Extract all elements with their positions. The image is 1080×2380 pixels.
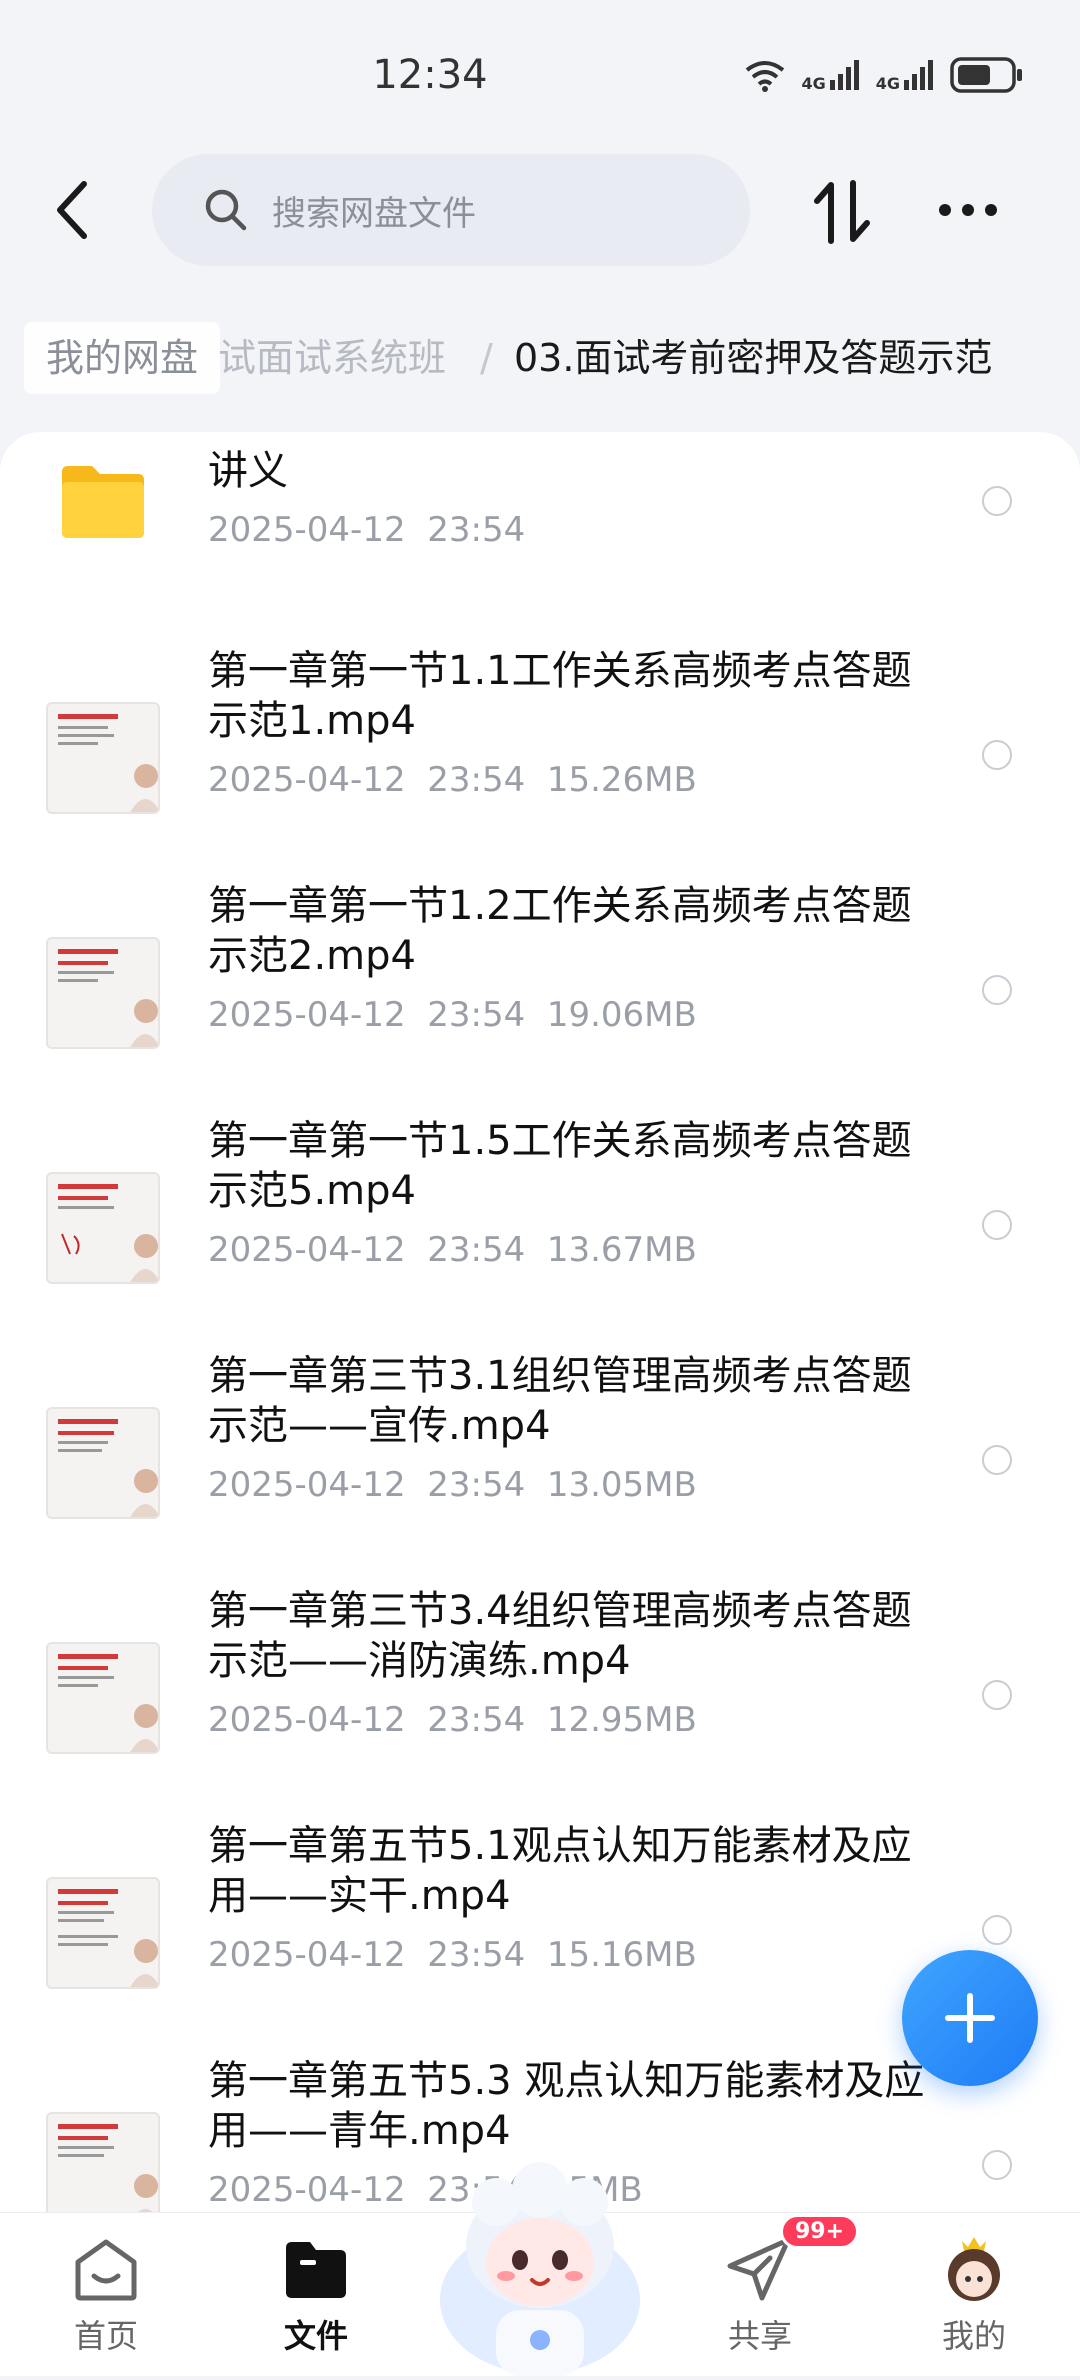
- select-radio[interactable]: [982, 2150, 1012, 2180]
- file-name: 第一章第一节1.5工作关系高频考点答题示范5.mp4: [208, 1118, 912, 1214]
- nav-item-mine[interactable]: 我的: [904, 2233, 1044, 2363]
- network-label-2: 4G: [875, 74, 900, 93]
- select-radio[interactable]: [982, 975, 1012, 1005]
- sort-button[interactable]: [808, 176, 876, 248]
- file-name: 第一章第三节3.1组织管理高频考点答题示范——宣传.mp4: [208, 1353, 912, 1449]
- video-thumbnail: [46, 702, 160, 814]
- breadcrumb-item-current: 03.面试考前密押及答题示范: [514, 336, 993, 380]
- nav-label-mine: 我的: [941, 2317, 1006, 2355]
- chevron-left-icon: [57, 181, 87, 239]
- search-input[interactable]: 搜索网盘文件: [152, 154, 750, 266]
- network-label-1: 4G: [801, 74, 826, 93]
- list-item-video[interactable]: 第一章第三节3.4组织管理高频考点答题示范——消防演练.mp4 2025-04-…: [0, 1572, 1080, 1807]
- battery-icon: [950, 57, 1022, 93]
- select-radio[interactable]: [982, 1915, 1012, 1945]
- folder-filled-icon: [286, 2242, 346, 2298]
- list-item-video[interactable]: 第一章第三节3.1组织管理高频考点答题示范——宣传.mp4 2025-04-12…: [0, 1337, 1080, 1572]
- file-meta: 2025-04-12 23:54 13.05MB: [208, 1465, 697, 1505]
- breadcrumb-item-parent[interactable]: 试面试系统班: [218, 322, 446, 394]
- select-radio[interactable]: [982, 740, 1012, 770]
- more-dots-icon: [939, 204, 997, 216]
- video-thumbnail: [46, 937, 160, 1049]
- file-name: 第一章第五节5.3 观点认知万能素材及应用——青年.mp4: [208, 2058, 925, 2154]
- mascot-assistant-button[interactable]: [436, 2150, 644, 2376]
- signal-icon: [829, 60, 859, 90]
- select-radio[interactable]: [982, 1210, 1012, 1240]
- more-button[interactable]: [932, 180, 1004, 240]
- list-item-video[interactable]: 第一章第一节1.1工作关系高频考点答题示范1.mp4 2025-04-12 23…: [0, 632, 1080, 867]
- file-meta: 2025-04-12 23:54 19.06MB: [208, 995, 697, 1035]
- file-name: 第一章第一节1.1工作关系高频考点答题示范1.mp4: [208, 648, 912, 744]
- status-time: 12:34: [372, 52, 488, 98]
- nav-item-share[interactable]: 共享: [690, 2233, 830, 2363]
- search-placeholder: 搜索网盘文件: [272, 193, 476, 234]
- share-badge: 99+: [780, 2214, 860, 2249]
- mascot-icon: [440, 2162, 640, 2376]
- video-thumbnail: [46, 1407, 160, 1519]
- status-bar: 12:34 4G 4G: [0, 0, 1080, 150]
- nav-label-home: 首页: [73, 2317, 138, 2355]
- nav-label-files: 文件: [283, 2317, 348, 2355]
- nav-item-home[interactable]: 首页: [36, 2233, 176, 2363]
- back-button[interactable]: [42, 178, 102, 242]
- nav-label-share: 共享: [727, 2317, 792, 2355]
- paper-plane-icon: [727, 2237, 791, 2301]
- select-radio[interactable]: [982, 1445, 1012, 1475]
- video-thumbnail: [46, 1172, 160, 1284]
- file-name: 讲义: [208, 448, 288, 494]
- select-radio[interactable]: [982, 1680, 1012, 1710]
- breadcrumb: 试面试系统班 我的网盘 / 03.面试考前密押及答题示范: [0, 318, 1080, 402]
- file-name: 第一章第一节1.2工作关系高频考点答题示范2.mp4: [208, 883, 912, 979]
- top-bar: 搜索网盘文件: [0, 150, 1080, 270]
- status-icons: 4G 4G: [743, 56, 1024, 94]
- file-meta: 2025-04-12 23:54 13.67MB: [208, 1230, 697, 1270]
- home-icon: [75, 2239, 137, 2301]
- search-icon: [205, 189, 247, 231]
- nav-item-files[interactable]: 文件: [246, 2233, 386, 2363]
- video-thumbnail: [46, 2112, 160, 2212]
- wifi-icon: [746, 61, 785, 92]
- file-name: 第一章第三节3.4组织管理高频考点答题示范——消防演练.mp4: [208, 1588, 912, 1684]
- file-name: 第一章第五节5.1观点认知万能素材及应用——实干.mp4: [208, 1823, 912, 1919]
- folder-icon: [62, 466, 144, 538]
- file-list: 讲义 2025-04-12 23:54 第一章第一节1.1工作关系高频考点答题示…: [0, 432, 1080, 2212]
- video-thumbnail: [46, 1877, 160, 1989]
- avatar: [948, 2237, 1000, 2301]
- sort-arrows-icon: [814, 180, 870, 244]
- select-radio[interactable]: [982, 486, 1012, 516]
- plus-icon: [945, 1993, 995, 2043]
- add-button[interactable]: [902, 1950, 1038, 2086]
- breadcrumb-separator: /: [480, 336, 493, 380]
- file-meta: 2025-04-12 23:54: [208, 510, 526, 550]
- signal-icon: [904, 60, 933, 90]
- file-meta: 2025-04-12 23:54 15.26MB: [208, 760, 697, 800]
- file-meta: 2025-04-12 23:54 12.95MB: [208, 1700, 697, 1740]
- file-meta: 2025-04-12 23:54 15.16MB: [208, 1935, 697, 1975]
- list-item-video[interactable]: 第一章第一节1.5工作关系高频考点答题示范5.mp4 2025-04-12 23…: [0, 1102, 1080, 1337]
- list-item-video[interactable]: 第一章第一节1.2工作关系高频考点答题示范2.mp4 2025-04-12 23…: [0, 867, 1080, 1102]
- video-thumbnail: [46, 1642, 160, 1754]
- breadcrumb-item-root[interactable]: 我的网盘: [24, 322, 221, 394]
